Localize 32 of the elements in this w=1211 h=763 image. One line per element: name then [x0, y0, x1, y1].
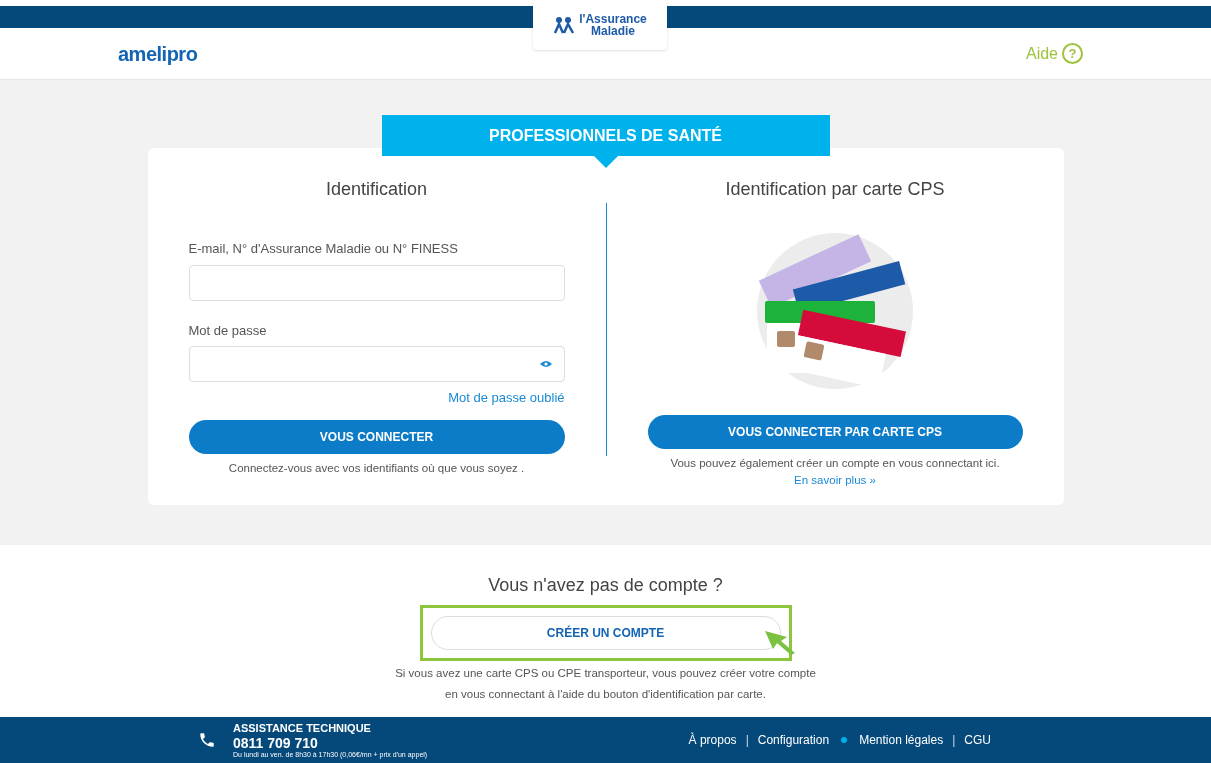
card-login-button[interactable]: VOUS CONNECTER PAR CARTE CPS: [647, 415, 1023, 449]
password-field[interactable]: [188, 346, 565, 382]
field-label: E-mail, N° d'Assurance Maladie ou N° FINESS: [188, 240, 459, 258]
amelipro-logo[interactable]: amelipro: [118, 38, 198, 69]
signup-title: Vous n'avez pas de compte ?: [488, 574, 723, 597]
footer-link[interactable]: Configuration: [757, 731, 830, 749]
card-login-note: Vous pouvez également créer un compte en vous connectant ici.: [670, 456, 1000, 471]
login-button[interactable]: VOUS CONNECTER: [188, 419, 565, 454]
logo-text: l'Assurance: [579, 13, 647, 25]
text-field[interactable]: [188, 264, 565, 301]
login-note: Connectez-vous avec vos identifiants où que vous soyez .: [227, 460, 526, 476]
signup-note: Si vous avez une carte CPS ou CPE transporteur, vous pouvez créer votre compte: [395, 666, 816, 681]
panel-title: Identification par carte CPS: [725, 178, 945, 201]
phone-icon: [198, 731, 216, 749]
panel-title: Identification: [325, 178, 428, 201]
logo-text: Maladie: [591, 25, 635, 37]
separator: |: [952, 732, 956, 749]
learn-more-link[interactable]: En savoir plus »: [794, 472, 876, 490]
footer-link[interactable]: À propos: [688, 731, 737, 749]
footer-link[interactable]: Mention légales: [859, 731, 944, 749]
figures-icon: [553, 16, 576, 34]
footer-link[interactable]: CGU: [964, 731, 991, 749]
help-icon: ?: [1062, 43, 1083, 64]
forgot-password-link[interactable]: Mot de passe oublié: [448, 388, 565, 408]
support-title: ASSISTANCE TECHNIQUE: [233, 722, 372, 734]
eye-icon[interactable]: [539, 360, 552, 368]
create-account-button[interactable]: CRÉER UN COMPTE: [430, 616, 781, 650]
field-label: Mot de passe: [188, 321, 268, 340]
support-phone: 0811 709 710: [233, 735, 319, 750]
separator: |: [745, 732, 749, 749]
signup-note: en vous connectant à l'aide du bouton d'identification par carte.: [445, 687, 766, 703]
section-banner: PROFESSIONNELS DE SANTÉ: [381, 115, 830, 156]
